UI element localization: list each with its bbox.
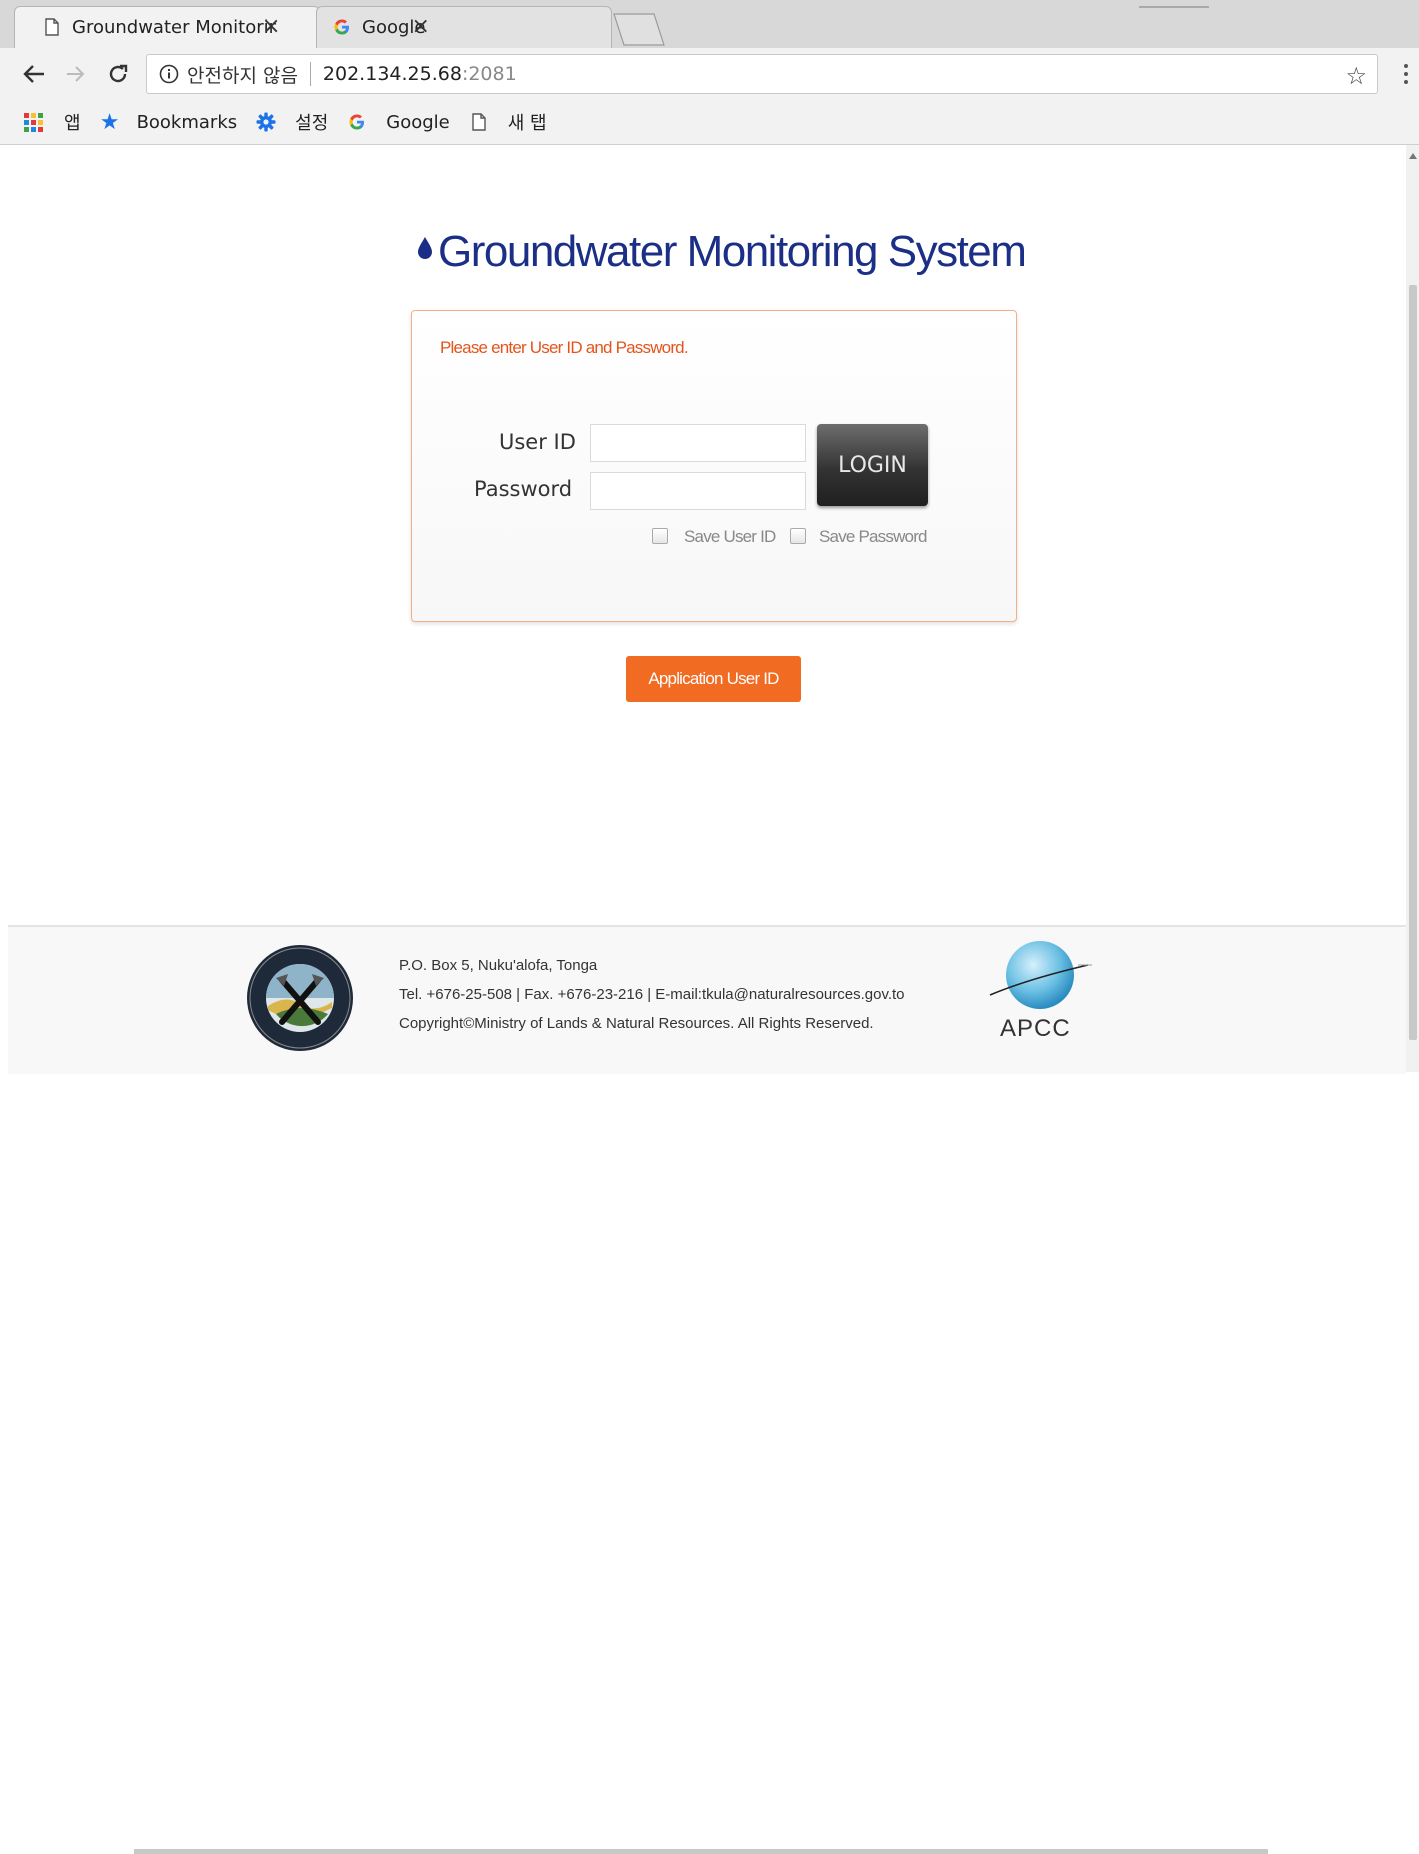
bookmark-label: 새 탭 (507, 113, 547, 134)
user-id-input[interactable] (590, 424, 806, 462)
tab-google[interactable]: Google × (316, 6, 612, 48)
security-label: 안전하지 않음 (187, 64, 298, 87)
footer-address: P.O. Box 5, Nuku'alofa, Tonga (399, 957, 598, 974)
apcc-logo-text: APCC (1000, 1015, 1071, 1042)
tab-strip: Groundwater Monitoring × Google × (0, 0, 1419, 48)
vertical-scrollbar[interactable] (1406, 145, 1419, 1072)
scroll-up-arrow[interactable] (1409, 153, 1417, 159)
save-user-id-checkbox[interactable] (652, 528, 668, 544)
scroll-thumb[interactable] (1409, 285, 1417, 1040)
footer-copyright: Copyright©Ministry of Lands & Natural Re… (399, 1015, 874, 1032)
footer-contact: Tel. +676-25-508 | Fax. +676-23-216 | E-… (399, 986, 905, 1003)
profile-indicator (1139, 0, 1209, 8)
google-icon (332, 17, 352, 37)
address-bar[interactable]: 안전하지 않음 202.134.25.68 :2081 ☆ (146, 54, 1378, 94)
apps-icon (22, 111, 44, 133)
bookmark-label: 앱 (64, 113, 81, 134)
save-user-id-label: Save User ID (684, 527, 776, 546)
bookmark-star-icon[interactable]: ☆ (1345, 62, 1367, 90)
close-icon[interactable]: × (411, 16, 429, 38)
footer: P.O. Box 5, Nuku'alofa, Tonga Tel. +676-… (8, 925, 1406, 1854)
tab-background (316, 6, 612, 48)
water-drop-icon (418, 237, 432, 259)
url-host: 202.134.25.68 (322, 63, 462, 85)
bookmark-settings[interactable]: 설정 (255, 109, 328, 135)
menu-icon[interactable] (1396, 60, 1416, 88)
info-icon[interactable] (159, 64, 179, 84)
url-port: :2081 (461, 63, 517, 85)
bookmark-apps[interactable]: 앱 (22, 109, 81, 135)
bookmark-label: 설정 (295, 113, 329, 134)
horizontal-scrollbar[interactable] (134, 1849, 1268, 1854)
title-row: Groundwater Monitoring System (416, 227, 1027, 277)
bookmark-bookmarks[interactable]: ★ Bookmarks (99, 109, 238, 135)
gear-icon (255, 111, 277, 133)
page-icon (468, 111, 490, 133)
login-button[interactable]: LOGIN (817, 424, 928, 506)
application-user-id-button[interactable]: Application User ID (626, 656, 801, 702)
separator (309, 62, 311, 86)
save-password-checkbox[interactable] (790, 528, 806, 544)
forward-icon[interactable] (62, 60, 90, 88)
browser-toolbar: 안전하지 않음 202.134.25.68 :2081 ☆ (0, 48, 1419, 100)
bookmarks-bar: 앱 ★ Bookmarks 설정 Google 새 탭 (0, 100, 1419, 145)
password-input[interactable] (590, 472, 806, 510)
bookmark-label: Bookmarks (136, 111, 238, 133)
bookmark-new-tab[interactable]: 새 탭 (468, 109, 547, 135)
bookmark-label: Google (386, 111, 450, 133)
save-password-label: Save Password (819, 527, 928, 546)
back-icon[interactable] (20, 60, 48, 88)
new-tab-button[interactable] (612, 12, 666, 46)
login-prompt: Please enter User ID and Password. (440, 338, 689, 357)
bookmark-google[interactable]: Google (346, 111, 450, 133)
user-id-label: User ID (499, 430, 576, 454)
password-label: Password (474, 477, 573, 501)
page-title: Groundwater Monitoring System (438, 227, 1027, 276)
login-panel: Please enter User ID and Password. User … (411, 310, 1017, 622)
reload-icon[interactable] (104, 60, 132, 88)
close-icon[interactable]: × (262, 16, 280, 38)
tab-title: Groundwater Monitoring (72, 16, 276, 38)
google-icon (346, 111, 368, 133)
star-icon: ★ (99, 109, 120, 135)
tonga-geological-services-logo (247, 945, 353, 1051)
page-content: Groundwater Monitoring System Please ent… (8, 145, 1406, 1854)
tab-groundwater-monitoring[interactable]: Groundwater Monitoring × (14, 6, 320, 48)
page-icon (42, 17, 62, 37)
